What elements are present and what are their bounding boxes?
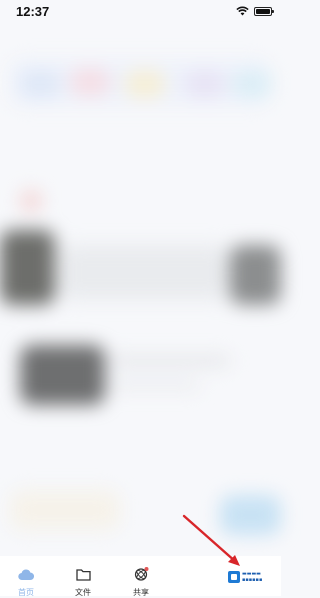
status-bar: 12:37 [0,0,281,24]
tab-home[interactable]: 首页 [6,566,46,598]
blurred-chip [70,68,110,96]
share-icon [134,567,149,581]
tab-home-label: 首页 [18,588,34,597]
blurred-card [230,245,281,305]
blurred-chip [125,70,165,98]
blurred-card [0,230,55,305]
blurred-chip [185,70,225,98]
folder-icon [75,569,91,581]
red-arrow-icon [182,514,240,566]
blurred-dot [20,190,42,212]
tab-files-label: 文件 [75,588,91,597]
blurred-line [110,355,230,367]
tab-share[interactable]: 共享 [121,566,161,598]
blurred-chip [232,70,272,98]
cloud-icon [18,569,35,581]
blurred-card [10,490,120,530]
wifi-icon [236,6,249,16]
blurred-content [0,0,281,556]
blurred-chip [20,70,60,98]
status-time: 12:37 [16,4,50,19]
battery-icon [254,6,274,16]
status-icons [236,6,274,16]
tab-share-label: 共享 [133,588,149,597]
blurred-card [60,245,230,300]
annotation-arrow [178,512,248,576]
blurred-line [110,380,200,390]
blurred-card [20,345,105,405]
tab-files[interactable]: 文件 [63,566,103,598]
